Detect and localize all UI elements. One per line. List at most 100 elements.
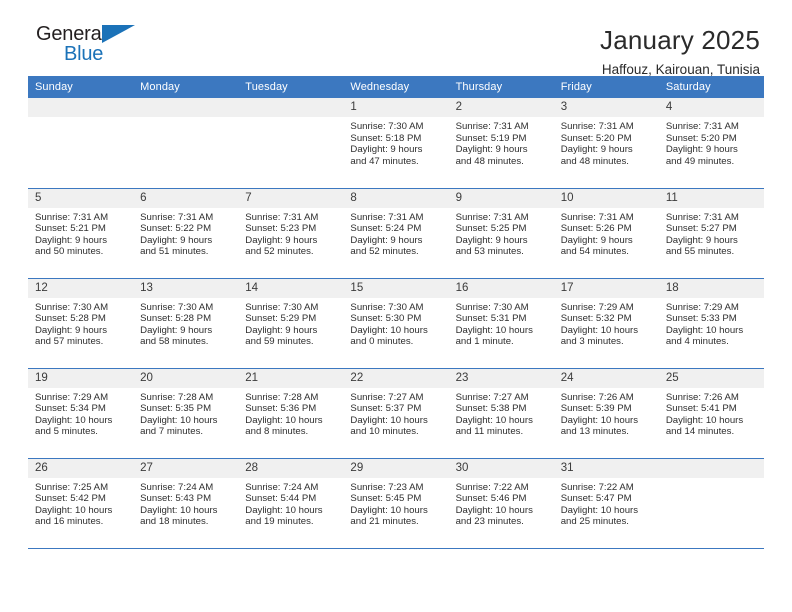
calendar-day-cell[interactable]: 8 Sunrise: 7:31 AM Sunset: 5:24 PM Daylight…	[343, 188, 449, 279]
sunrise-text: Sunrise: 7:29 AM	[35, 391, 109, 403]
calendar-table: Sunday Monday Tuesday Wednesday Thursday Frid…	[28, 76, 764, 549]
calendar-day-cell[interactable]: 17 Sunrise: 7:29 AM Sunset: 5:32 PM Dayligh…	[553, 278, 659, 369]
daylight-text-line1: Daylight: 9 hours	[140, 234, 213, 246]
calendar-week-row: 19 Sunrise: 7:29 AM Sunset: 5:34 PM Dayligh…	[28, 368, 764, 459]
daylight-text-line2: and 4 minutes.	[665, 336, 729, 348]
calendar-day-cell[interactable]: 4 Sunrise: 7:31 AM Sunset: 5:20 PM Daylight…	[658, 98, 764, 189]
calendar-week-row: 1 Sunrise: 7:30 AM Sunset: 5:18 PM Daylight…	[28, 98, 764, 189]
daylight-text-line1: Daylight: 10 hours	[350, 414, 428, 426]
calendar-day-cell[interactable]: 29 Sunrise: 7:23 AM Sunset: 5:45 PM Dayligh…	[343, 458, 449, 549]
daylight-text-line1: Daylight: 9 hours	[35, 234, 107, 246]
day-number: 16	[448, 278, 554, 298]
calendar-day-cell[interactable]: 2 Sunrise: 7:31 AM Sunset: 5:19 PM Daylight…	[448, 98, 554, 189]
day-number: 24	[553, 368, 659, 388]
weekday-header-sunday: Sunday	[28, 76, 134, 98]
day-number	[28, 98, 134, 117]
day-sun-info: Sunrise: 7:29 AM Sunset: 5:34 PM Daylight:…	[28, 388, 133, 438]
calendar-day-cell[interactable]: 6 Sunrise: 7:31 AM Sunset: 5:22 PM Daylight…	[133, 188, 239, 279]
calendar-day-cell[interactable]: 9 Sunrise: 7:31 AM Sunset: 5:25 PM Daylight…	[448, 188, 554, 279]
day-number: 31	[553, 458, 659, 478]
day-sun-info: Sunrise: 7:27 AM Sunset: 5:37 PM Daylight:…	[343, 388, 448, 438]
day-number: 17	[553, 278, 659, 298]
day-number: 22	[343, 368, 449, 388]
daylight-text-line2: and 48 minutes.	[455, 155, 524, 167]
day-number: 5	[28, 188, 134, 208]
sunset-text: Sunset: 5:37 PM	[350, 403, 422, 415]
sunrise-text: Sunrise: 7:31 AM	[665, 121, 739, 132]
calendar-day-cell[interactable]: 3 Sunrise: 7:31 AM Sunset: 5:20 PM Daylight…	[553, 98, 659, 189]
day-sun-info: Sunrise: 7:24 AM Sunset: 5:44 PM Daylight:…	[238, 478, 343, 528]
sunset-text: Sunset: 5:38 PM	[455, 403, 527, 415]
daylight-text-line1: Daylight: 10 hours	[455, 414, 533, 426]
sunrise-text: Sunrise: 7:29 AM	[665, 301, 739, 313]
day-sun-info: Sunrise: 7:31 AM Sunset: 5:23 PM Daylight:…	[238, 208, 343, 258]
sunset-text: Sunset: 5:35 PM	[140, 403, 212, 415]
sunrise-text: Sunrise: 7:22 AM	[455, 481, 529, 493]
day-number	[133, 98, 239, 117]
calendar-day-cell[interactable]: 10 Sunrise: 7:31 AM Sunset: 5:26 PM Dayligh…	[553, 188, 659, 279]
day-number: 20	[133, 368, 239, 388]
day-number: 30	[448, 458, 554, 478]
day-sun-info: Sunrise: 7:30 AM Sunset: 5:18 PM Daylight:…	[343, 117, 448, 167]
calendar-day-cell[interactable]: 7 Sunrise: 7:31 AM Sunset: 5:23 PM Daylight…	[238, 188, 344, 279]
calendar-day-cell[interactable]: 25 Sunrise: 7:26 AM Sunset: 5:41 PM Dayligh…	[658, 368, 764, 459]
day-sun-info: Sunrise: 7:25 AM Sunset: 5:42 PM Daylight:…	[28, 478, 133, 528]
daylight-text-line1: Daylight: 10 hours	[560, 414, 639, 426]
calendar-day-cell[interactable]: 23 Sunrise: 7:27 AM Sunset: 5:38 PM Dayligh…	[448, 368, 554, 459]
daylight-text-line1: Daylight: 10 hours	[140, 504, 218, 516]
daylight-text-line1: Daylight: 10 hours	[560, 504, 639, 516]
sunrise-text: Sunrise: 7:27 AM	[455, 391, 529, 403]
calendar-day-cell[interactable]: 1 Sunrise: 7:30 AM Sunset: 5:18 PM Daylight…	[343, 98, 449, 189]
calendar-day-cell-empty	[28, 98, 134, 189]
calendar-day-cell[interactable]: 5 Sunrise: 7:31 AM Sunset: 5:21 PM Daylight…	[28, 188, 134, 279]
daylight-text-line2: and 16 minutes.	[35, 516, 104, 528]
calendar-day-cell[interactable]: 26 Sunrise: 7:25 AM Sunset: 5:42 PM Dayligh…	[28, 458, 134, 549]
day-number: 8	[343, 188, 449, 208]
day-sun-info: Sunrise: 7:30 AM Sunset: 5:30 PM Daylight:…	[343, 298, 448, 348]
daylight-text-line2: and 54 minutes.	[560, 246, 629, 258]
day-sun-info: Sunrise: 7:29 AM Sunset: 5:33 PM Daylight:…	[659, 298, 764, 348]
calendar-day-cell[interactable]: 24 Sunrise: 7:26 AM Sunset: 5:39 PM Dayligh…	[553, 368, 659, 459]
calendar-day-cell[interactable]: 11 Sunrise: 7:31 AM Sunset: 5:27 PM Dayligh…	[658, 188, 764, 279]
day-sun-info: Sunrise: 7:24 AM Sunset: 5:43 PM Daylight:…	[133, 478, 238, 528]
calendar-day-cell[interactable]: 20 Sunrise: 7:28 AM Sunset: 5:35 PM Dayligh…	[133, 368, 239, 459]
day-number: 1	[343, 98, 449, 117]
sunrise-text: Sunrise: 7:28 AM	[140, 391, 214, 403]
calendar-week-row: 12 Sunrise: 7:30 AM Sunset: 5:28 PM Dayligh…	[28, 278, 764, 369]
sunset-text: Sunset: 5:25 PM	[455, 223, 527, 235]
sunset-text: Sunset: 5:34 PM	[35, 403, 106, 415]
general-blue-logo[interactable]: General Blue	[36, 24, 151, 72]
calendar-day-cell[interactable]: 30 Sunrise: 7:22 AM Sunset: 5:46 PM Dayligh…	[448, 458, 554, 549]
calendar-day-cell[interactable]: 13 Sunrise: 7:30 AM Sunset: 5:28 PM Dayligh…	[133, 278, 239, 369]
calendar-day-cell[interactable]: 28 Sunrise: 7:24 AM Sunset: 5:44 PM Dayligh…	[238, 458, 344, 549]
daylight-text-line2: and 21 minutes.	[350, 516, 419, 528]
calendar-day-cell-empty	[658, 458, 764, 549]
sunrise-text: Sunrise: 7:31 AM	[455, 121, 529, 132]
daylight-text-line1: Daylight: 10 hours	[665, 324, 744, 336]
calendar-day-cell[interactable]: 22 Sunrise: 7:27 AM Sunset: 5:37 PM Dayligh…	[343, 368, 449, 459]
day-sun-info: Sunrise: 7:30 AM Sunset: 5:28 PM Daylight:…	[133, 298, 238, 348]
calendar-day-cell[interactable]: 18 Sunrise: 7:29 AM Sunset: 5:33 PM Dayligh…	[658, 278, 764, 369]
day-number: 26	[28, 458, 134, 478]
sunset-text: Sunset: 5:24 PM	[350, 223, 422, 235]
calendar-day-cell[interactable]: 15 Sunrise: 7:30 AM Sunset: 5:30 PM Dayligh…	[343, 278, 449, 369]
calendar-day-cell[interactable]: 21 Sunrise: 7:28 AM Sunset: 5:36 PM Dayligh…	[238, 368, 344, 459]
sunrise-text: Sunrise: 7:26 AM	[665, 391, 739, 403]
calendar-day-cell[interactable]: 27 Sunrise: 7:24 AM Sunset: 5:43 PM Dayligh…	[133, 458, 239, 549]
day-sun-info: Sunrise: 7:30 AM Sunset: 5:28 PM Daylight:…	[28, 298, 133, 348]
sunrise-text: Sunrise: 7:31 AM	[560, 121, 634, 132]
calendar-day-cell[interactable]: 31 Sunrise: 7:22 AM Sunset: 5:47 PM Dayligh…	[553, 458, 659, 549]
calendar-day-cell[interactable]: 14 Sunrise: 7:30 AM Sunset: 5:29 PM Dayligh…	[238, 278, 344, 369]
daylight-text-line2: and 19 minutes.	[245, 516, 314, 528]
calendar-day-cell[interactable]: 19 Sunrise: 7:29 AM Sunset: 5:34 PM Dayligh…	[28, 368, 134, 459]
sunrise-text: Sunrise: 7:30 AM	[140, 301, 214, 313]
daylight-text-line1: Daylight: 9 hours	[140, 324, 213, 336]
sunset-text: Sunset: 5:41 PM	[665, 403, 737, 415]
calendar-day-cell[interactable]: 12 Sunrise: 7:30 AM Sunset: 5:28 PM Dayligh…	[28, 278, 134, 369]
calendar-day-cell[interactable]: 16 Sunrise: 7:30 AM Sunset: 5:31 PM Dayligh…	[448, 278, 554, 369]
daylight-text-line2: and 13 minutes.	[560, 426, 629, 438]
weekday-header-monday: Monday	[133, 76, 239, 98]
daylight-text-line2: and 8 minutes.	[245, 426, 309, 438]
day-sun-info: Sunrise: 7:28 AM Sunset: 5:36 PM Daylight:…	[238, 388, 343, 438]
title-block: January 2025 Haffouz, Kairouan, Tunisia	[600, 24, 764, 81]
